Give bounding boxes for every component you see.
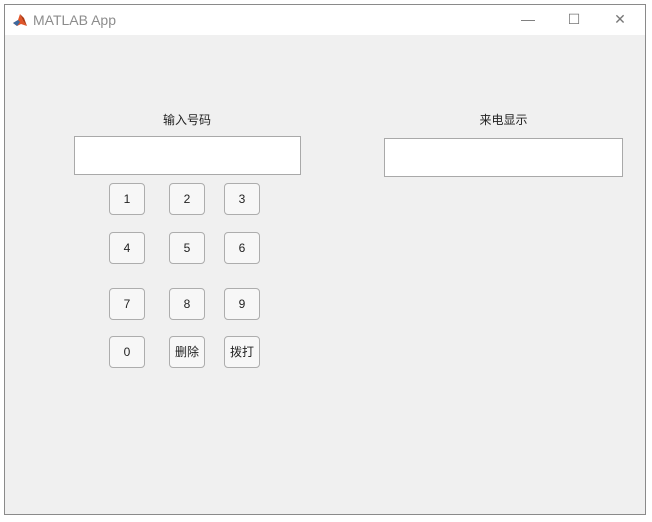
key-0-button[interactable]: 0 <box>109 336 145 368</box>
title-bar[interactable]: MATLAB App — ☐ ✕ <box>5 5 645 35</box>
window-title: MATLAB App <box>33 12 117 28</box>
dial-number-label: 输入号码 <box>162 113 211 127</box>
delete-button[interactable]: 删除 <box>169 336 205 368</box>
key-1-button[interactable]: 1 <box>109 183 145 215</box>
key-5-button[interactable]: 5 <box>169 232 205 264</box>
minimize-button[interactable]: — <box>505 5 551 35</box>
key-8-button[interactable]: 8 <box>169 288 205 320</box>
key-7-button[interactable]: 7 <box>109 288 145 320</box>
key-2-button[interactable]: 2 <box>169 183 205 215</box>
matlab-logo-icon <box>12 12 28 28</box>
key-6-button[interactable]: 6 <box>224 232 260 264</box>
close-button[interactable]: ✕ <box>597 5 643 35</box>
dial-button[interactable]: 拨打 <box>224 336 260 368</box>
key-4-button[interactable]: 4 <box>109 232 145 264</box>
caller-id-display[interactable] <box>384 138 623 177</box>
caller-id-label: 来电显示 <box>479 113 528 127</box>
app-window: MATLAB App — ☐ ✕ 输入号码 来电显示 1 2 3 4 5 6 7… <box>4 4 646 515</box>
key-3-button[interactable]: 3 <box>224 183 260 215</box>
maximize-button[interactable]: ☐ <box>551 5 597 35</box>
key-9-button[interactable]: 9 <box>224 288 260 320</box>
dial-number-input[interactable] <box>74 136 301 175</box>
